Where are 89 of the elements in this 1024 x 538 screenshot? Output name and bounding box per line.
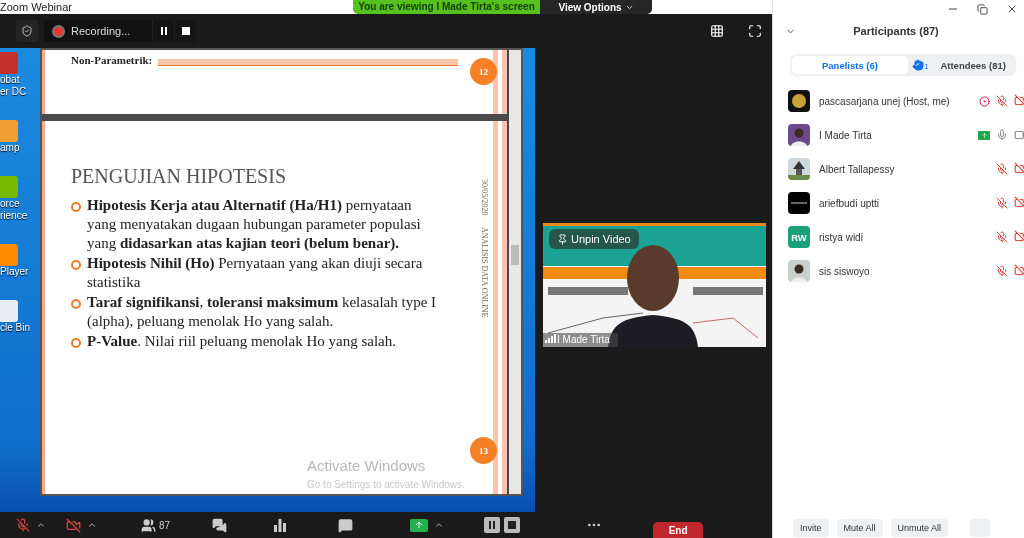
avatar (788, 158, 810, 180)
desktop-icon-label: er DC (0, 86, 27, 98)
participant-name: pascasarjana unej (Host, me) (819, 95, 951, 107)
participant-name: sis siswoyo (819, 265, 871, 277)
chat-icon (338, 517, 354, 533)
participants-button[interactable]: 87 (135, 517, 177, 533)
bullet-icon (71, 202, 81, 212)
stop-icon (181, 27, 190, 35)
recording-icon (979, 95, 990, 107)
desktop-icon-label: amp (0, 142, 20, 154)
camera-icon[interactable] (1014, 128, 1024, 142)
fullscreen-icon[interactable] (748, 24, 762, 38)
security-icon[interactable] (16, 20, 38, 42)
scrollbar[interactable] (509, 50, 521, 494)
muted-mic-icon[interactable] (996, 163, 1008, 175)
close-icon[interactable] (1006, 3, 1018, 15)
page-number: 13 (470, 437, 497, 464)
slide-date: 30/05/2020 (480, 179, 489, 216)
muted-mic-icon[interactable] (996, 197, 1008, 209)
recording-label: Recording... (70, 25, 132, 37)
panel-button[interactable]: Invite (793, 519, 829, 537)
video-off-icon[interactable] (1014, 196, 1024, 210)
muted-mic-icon (16, 518, 30, 532)
raised-hands-count: 1 (911, 59, 929, 71)
muted-mic-icon[interactable] (996, 265, 1008, 277)
stop-icon (508, 521, 517, 529)
recording-icon (54, 26, 63, 36)
page-number: 12 (470, 58, 497, 85)
video-off-icon[interactable] (1014, 94, 1024, 108)
unpin-video-button[interactable]: Unpin Video (549, 229, 639, 249)
sharing-icon (978, 130, 990, 140)
panel-button[interactable]: Mute All (836, 519, 883, 537)
bullet-text: Taraf signifikansi, toleransi maksimum kelasalah type I (alpha), peluang menolak Ho yang salah. (87, 293, 438, 331)
panel-button[interactable]: Unmute All (890, 519, 949, 537)
signal-icon (545, 334, 556, 343)
people-icon (141, 517, 156, 533)
panelists-tab[interactable]: Panelists (6) (792, 56, 908, 74)
bullet-icon (71, 260, 81, 270)
caret-icon[interactable] (87, 520, 97, 530)
scroll-thumb[interactable] (511, 245, 519, 265)
speech-bubbles-icon (212, 517, 228, 533)
end-button[interactable]: End (653, 522, 704, 538)
avatar: RW (788, 226, 810, 248)
video-name-label: I Made Tirta (557, 334, 610, 345)
arrow-up-icon (414, 520, 425, 530)
desktop-icon-label: Player (0, 266, 29, 278)
desktop-icon-label: orce (0, 198, 20, 210)
gallery-view-icon[interactable] (710, 24, 724, 38)
pause-recording-button[interactable] (484, 517, 501, 533)
panel-title: Participants (87) (852, 25, 940, 37)
slide-text: Non-Parametrik: (71, 54, 153, 66)
participant-name: I Made Tirta (819, 129, 873, 141)
stop-recording-button[interactable] (504, 517, 521, 533)
viewing-banner: You are viewing I Made Tirta's screen (353, 0, 540, 14)
avatar (788, 260, 810, 282)
caret-icon[interactable] (434, 520, 445, 530)
bullet-text: Hipotesis Kerja atau Alternatif (Ha/H1) pernyataan yang menyatakan dugaan hubungan parameter populasi yang didasarkan atas kajian teori (belum benar). (87, 196, 422, 253)
desktop-icon-label: obat (0, 74, 20, 86)
video-off-icon[interactable] (1014, 162, 1024, 176)
muted-mic-icon[interactable] (996, 231, 1008, 243)
avatar (788, 192, 810, 214)
avatar (788, 124, 810, 146)
slide-footer: ANALISIS DATA ONLINE (480, 227, 489, 318)
pin-icon (557, 233, 568, 245)
pause-icon (488, 521, 497, 529)
video-off-icon[interactable] (1014, 264, 1024, 278)
bullet-icon (71, 338, 81, 348)
bullet-text: P-Value. Nilai riil peluang menolak Ho yang salah. (87, 332, 396, 351)
restore-icon[interactable] (977, 3, 988, 15)
avatar (788, 90, 810, 112)
video-off-icon[interactable] (1014, 230, 1024, 244)
muted-mic-icon[interactable] (996, 95, 1008, 107)
caret-icon[interactable] (36, 520, 46, 530)
activation-watermark: Activate Windows (307, 457, 426, 474)
view-options-button[interactable]: View Options (540, 0, 652, 14)
bullet-icon (71, 299, 81, 309)
participant-name: Albert Tallapessy (819, 163, 896, 175)
participant-name: ristya widi (819, 231, 864, 243)
video-off-icon (66, 517, 81, 533)
desktop-icon-label: cle Bin (0, 322, 30, 334)
stop-button[interactable] (174, 20, 197, 42)
pause-button[interactable] (152, 20, 175, 42)
bar-chart-icon (274, 518, 287, 532)
attendees-tab[interactable]: Attendees (81) (936, 56, 1010, 74)
pause-icon (159, 27, 168, 35)
participant-name: ariefbudi uptti (819, 197, 881, 209)
mic-icon[interactable] (996, 129, 1008, 141)
desktop-icon-label: rience (0, 210, 28, 222)
window-title: Zoom Webinar (0, 1, 73, 13)
